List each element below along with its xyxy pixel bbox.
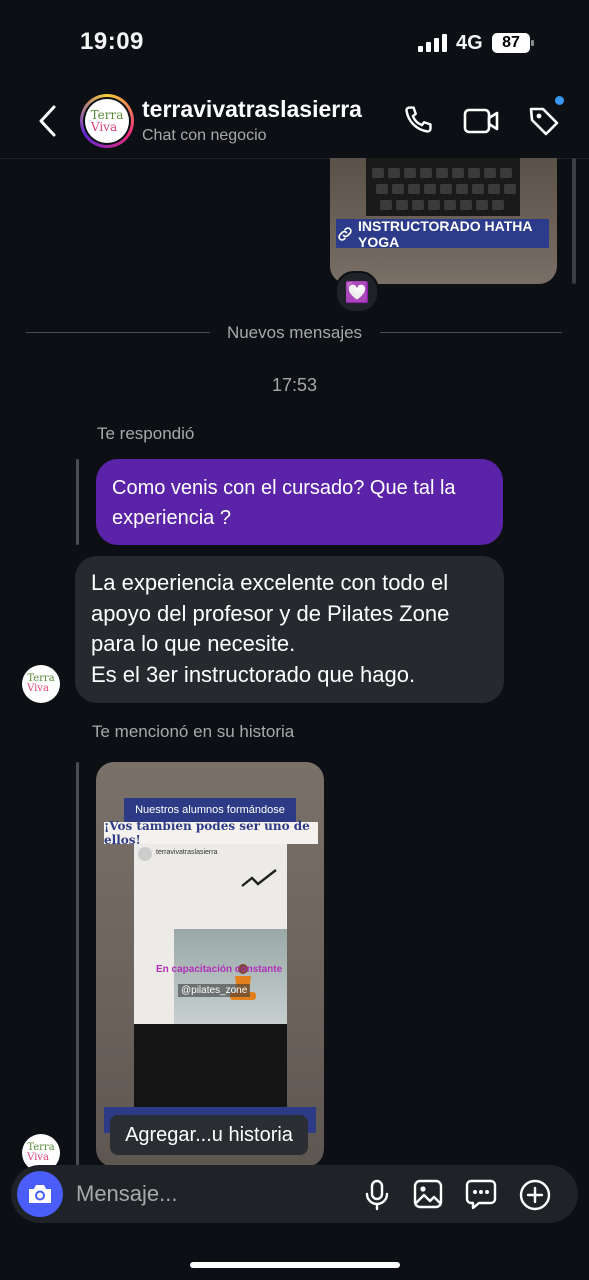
reaction-emoji: 💟 — [344, 281, 370, 304]
story-link-sticker[interactable]: INSTRUCTORADO HATHA YOGA — [336, 217, 549, 250]
message-input[interactable]: Mensaje... — [76, 1181, 178, 1207]
message-timestamp: 17:53 — [271, 375, 318, 395]
keyboard-photo — [366, 158, 520, 216]
mention-bar — [76, 762, 79, 1167]
add-icon[interactable] — [518, 1178, 552, 1212]
avatar[interactable]: Terra Viva — [85, 99, 129, 143]
quoted-line-2: experiencia ? — [112, 507, 231, 529]
quote-bar — [76, 459, 79, 545]
message-line-2: apoyo del profesor y de Pilates Zone — [91, 600, 450, 626]
video-call-icon[interactable] — [462, 104, 500, 138]
tag-icon[interactable] — [527, 104, 561, 138]
inner-avatar — [138, 847, 152, 861]
scrollbar[interactable] — [572, 158, 576, 284]
message-line-4: Es el 3er instructorado que hago. — [91, 661, 416, 687]
link-icon — [336, 225, 354, 243]
inner-logo-icon — [240, 868, 278, 890]
camera-icon — [27, 1183, 53, 1205]
add-to-story-tooltip[interactable]: Agregar...u historia — [110, 1115, 308, 1155]
chat-subtitle: Chat con negocio — [142, 127, 267, 144]
sender-avatar-2-logo-line2: Viva — [27, 1152, 49, 1163]
quoted-line-1: Como venis con el cursado? Que tal la — [112, 477, 456, 499]
sender-avatar[interactable]: Terra Viva — [22, 665, 60, 703]
new-messages-label: Nuevos mensajes — [226, 323, 363, 342]
inner-handle: terravivatraslasierra — [156, 849, 218, 856]
mention-meta: Te mencionó en su historia — [92, 722, 295, 741]
back-icon[interactable] — [36, 104, 60, 138]
avatar-logo-line2: Viva — [90, 120, 118, 134]
network-type: 4G — [456, 32, 483, 54]
sender-avatar-logo-line2: Viva — [27, 683, 49, 694]
story-inner-screenshot: terravivatraslasierra En capacitación co… — [134, 844, 287, 1107]
heart-reaction-icon[interactable]: 💟 — [335, 271, 379, 313]
received-message[interactable]: La experiencia excelente con todo el apo… — [75, 556, 504, 703]
mentioned-story-card[interactable]: Nuestros alumnos formándose ¡Vos también… — [96, 762, 324, 1167]
message-line-1: La experiencia excelente con todo el — [91, 570, 449, 595]
battery-level: 87 — [502, 34, 520, 51]
inner-caption: En capacitación constante — [156, 964, 283, 975]
story-link-label: INSTRUCTORADO HATHA YOGA — [358, 217, 532, 250]
camera-button[interactable] — [17, 1171, 63, 1217]
home-indicator[interactable] — [190, 1262, 400, 1268]
status-time: 19:09 — [80, 28, 144, 55]
sticker-icon[interactable] — [465, 1178, 497, 1210]
message-line-3: para lo que necesite. — [91, 631, 296, 656]
inner-keyboard — [134, 1024, 287, 1107]
quoted-message[interactable]: Como venis con el cursado? Que tal la ex… — [96, 459, 503, 545]
gallery-icon[interactable] — [412, 1178, 444, 1210]
inner-tag: @pilates_zone — [178, 984, 251, 997]
chat-title[interactable]: terravivatraslasierra — [142, 96, 362, 123]
notification-dot — [555, 96, 564, 105]
phone-icon[interactable] — [400, 104, 434, 138]
story-banner-2: ¡Vos también podés ser uno de ellos! — [104, 819, 318, 847]
signal-icon — [418, 34, 448, 52]
microphone-icon[interactable] — [364, 1179, 390, 1211]
reply-meta: Te respondió — [97, 424, 195, 443]
